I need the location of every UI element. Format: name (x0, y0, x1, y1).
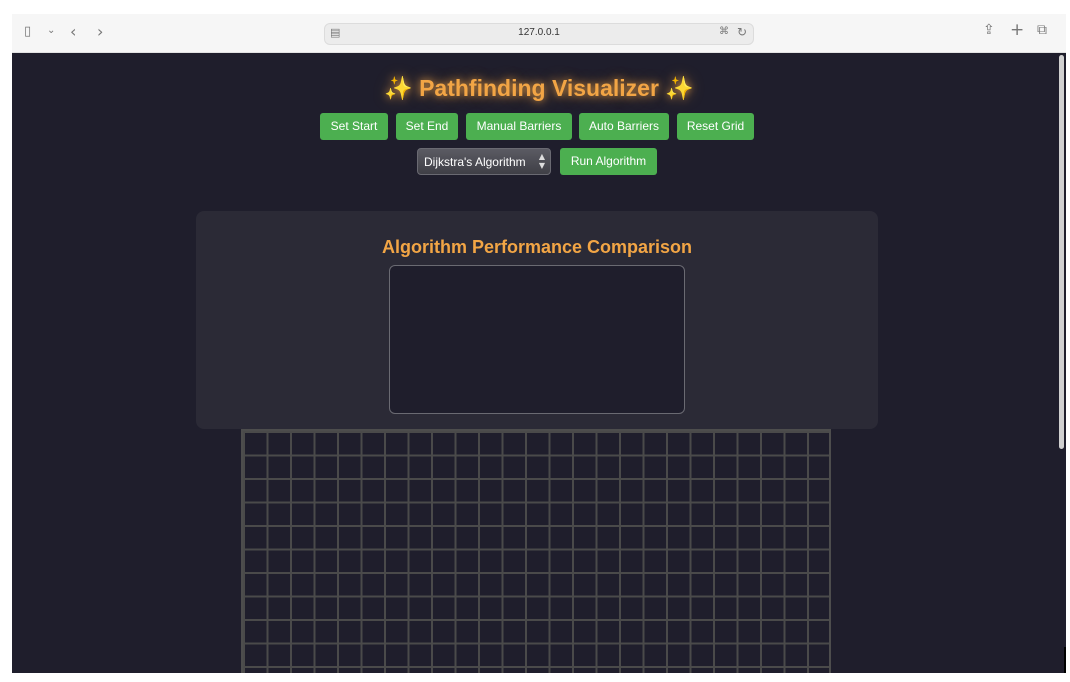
algorithm-select-value: Dijkstra's Algorithm (424, 155, 526, 169)
algorithm-select[interactable]: Dijkstra's Algorithm ▲ ▼ (417, 148, 551, 175)
set-end-button[interactable]: Set End (396, 113, 458, 140)
page-title: ✨ Pathfinding Visualizer ✨ (384, 75, 694, 101)
browser-toolbar: ▯ ⌄ ‹ › ▤ 127.0.0.1 ⌘ ↻ ⇪ + ⧉ (12, 14, 1066, 53)
tabs-icon[interactable]: ⧉ (1037, 22, 1047, 38)
share-icon[interactable]: ⇪ (983, 22, 995, 38)
reset-grid-button[interactable]: Reset Grid (677, 113, 754, 140)
plus-icon[interactable]: + (1010, 20, 1024, 40)
back-icon[interactable]: ‹ (70, 22, 76, 41)
run-algorithm-button[interactable]: Run Algorithm (560, 148, 657, 175)
url-text: 127.0.0.1 (518, 27, 560, 38)
auto-barriers-button[interactable]: Auto Barriers (579, 113, 669, 140)
manual-barriers-button[interactable]: Manual Barriers (466, 113, 572, 140)
set-start-button[interactable]: Set Start (320, 113, 388, 140)
performance-panel: Algorithm Performance Comparison (196, 211, 878, 429)
page-viewport: ✨ Pathfinding Visualizer ✨ Set Start Set… (12, 53, 1066, 673)
address-bar[interactable]: ▤ 127.0.0.1 ⌘ ↻ (324, 23, 754, 45)
reload-icon[interactable]: ↻ (737, 25, 747, 39)
sidebar-icon[interactable]: ▯ (24, 24, 31, 39)
scrollbar[interactable] (1059, 55, 1064, 449)
forward-icon[interactable]: › (97, 22, 103, 41)
corner-mark (1064, 647, 1066, 673)
translate-icon[interactable]: ⌘ (719, 26, 729, 37)
chevron-down-icon[interactable]: ⌄ (47, 25, 55, 36)
performance-chart (389, 265, 685, 414)
performance-title: Algorithm Performance Comparison (381, 237, 693, 257)
select-arrows-icon: ▲ ▼ (538, 152, 545, 170)
pathfinding-grid[interactable] (241, 429, 831, 673)
